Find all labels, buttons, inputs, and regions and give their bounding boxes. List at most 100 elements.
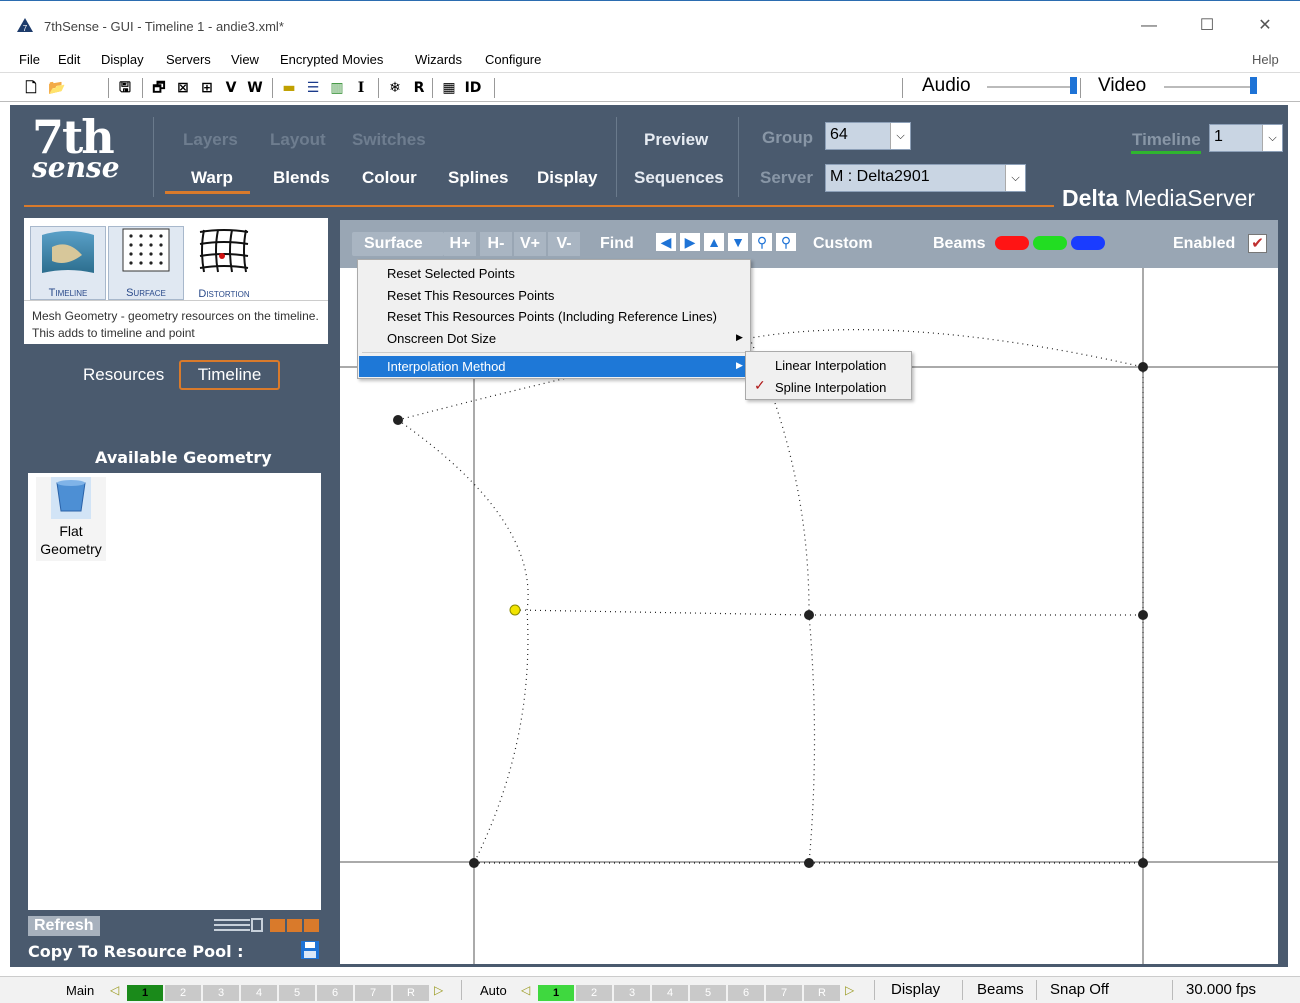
menu-encrypted-movies[interactable]: Encrypted Movies (280, 52, 383, 67)
open-folder-icon[interactable]: 📂 (48, 77, 66, 99)
i-button[interactable]: I (352, 77, 370, 99)
auto-segs-segment[interactable]: 4 (652, 985, 688, 1001)
h-minus-button[interactable]: H- (480, 232, 512, 256)
list-item[interactable]: Flat Geometry (36, 477, 106, 561)
selected-point[interactable] (509, 604, 521, 616)
surface-tab[interactable]: Surface (352, 232, 444, 256)
nav-display[interactable]: Display (537, 168, 597, 188)
tile-distortion[interactable]: Distortion (186, 226, 262, 300)
close-button[interactable]: ✕ (1242, 11, 1288, 41)
server-select[interactable]: M : Delta2901 ⌵ (825, 164, 1026, 192)
auto-segs-segment[interactable]: 5 (690, 985, 726, 1001)
prev-main-icon[interactable]: ◁ (110, 983, 119, 997)
main-segs-segment[interactable]: 2 (165, 985, 201, 1001)
main-segs-segment[interactable]: 4 (241, 985, 277, 1001)
enabled-checkbox[interactable]: ✔ (1248, 234, 1267, 253)
beam-red[interactable] (995, 236, 1029, 250)
r-button[interactable]: R (410, 77, 428, 99)
arrow-down-icon[interactable]: ▼ (728, 233, 748, 251)
id-button[interactable]: ID (464, 77, 482, 99)
audio-slider-thumb[interactable] (1070, 77, 1077, 94)
group-select[interactable]: 64 ⌵ (825, 122, 911, 150)
menu-reset-resources-points[interactable]: Reset This Resources Points (359, 285, 749, 306)
refresh-button[interactable]: Refresh (28, 916, 100, 936)
menu-reset-resources-points-incl-ref[interactable]: Reset This Resources Points (Including R… (359, 306, 749, 327)
menu-configure[interactable]: Configure (485, 52, 541, 67)
menu-spline-interpolation[interactable]: Spline Interpolation (747, 377, 910, 398)
new-file-icon[interactable]: 🗋 (22, 77, 40, 99)
status-display[interactable]: Display (891, 981, 940, 998)
maximize-button[interactable]: ☐ (1184, 11, 1230, 41)
nav-warp[interactable]: Warp (191, 168, 233, 188)
menu-file[interactable]: File (19, 52, 40, 67)
auto-segs-segment[interactable]: 2 (576, 985, 612, 1001)
snowflake-icon[interactable]: ❄ (386, 77, 404, 99)
v-plus-button[interactable]: V+ (514, 232, 546, 256)
auto-segs-segment[interactable]: 6 (728, 985, 764, 1001)
list-view-icon[interactable] (214, 917, 264, 934)
nav-sequences[interactable]: Sequences (634, 168, 724, 188)
video-slider[interactable] (1164, 86, 1257, 88)
chart-icon[interactable]: ▥ (328, 77, 346, 99)
timeline-select[interactable]: 1 ⌵ (1209, 124, 1283, 152)
nav-blends[interactable]: Blends (273, 168, 330, 188)
v-button[interactable]: V (222, 77, 240, 99)
w-button[interactable]: W (246, 77, 264, 99)
menu-reset-selected-points[interactable]: Reset Selected Points (359, 263, 749, 284)
custom-label[interactable]: Custom (813, 232, 873, 256)
tile-timeline[interactable]: Timeline (30, 226, 106, 300)
pin-icon[interactable]: ⚲ (752, 233, 772, 251)
status-snap[interactable]: Snap Off (1050, 981, 1109, 998)
auto-segs-segment[interactable]: 3 (614, 985, 650, 1001)
menu-display[interactable]: Display (101, 52, 144, 67)
main-segs-segment[interactable]: 3 (203, 985, 239, 1001)
nav-layout[interactable]: Layout (270, 130, 326, 150)
main-segs-segment[interactable]: 5 (279, 985, 315, 1001)
status-beams[interactable]: Beams (977, 981, 1024, 998)
properties-icon[interactable]: 🗗 (150, 77, 168, 99)
main-segs-segment[interactable]: 7 (355, 985, 391, 1001)
arrow-left-icon[interactable]: ◀ (656, 233, 676, 251)
next-main-icon[interactable]: ▷ (434, 983, 443, 997)
grid-fit-icon[interactable]: ⊞ (198, 77, 216, 99)
tile-view-icon[interactable] (270, 917, 320, 934)
menu-edit[interactable]: Edit (58, 52, 80, 67)
main-segs-segment[interactable]: R (393, 985, 429, 1001)
video-slider-thumb[interactable] (1250, 77, 1257, 94)
auto-segs-segment[interactable]: R (804, 985, 840, 1001)
fit-icon[interactable]: ⊠ (174, 77, 192, 99)
nav-colour[interactable]: Colour (362, 168, 417, 188)
nav-layers[interactable]: Layers (183, 130, 238, 150)
menu-onscreen-dot-size[interactable]: Onscreen Dot Size (359, 328, 749, 349)
main-segs-segment[interactable]: 1 (127, 985, 163, 1001)
pin-outline-icon[interactable]: ⚲ (776, 233, 796, 251)
menu-wizards[interactable]: Wizards (415, 52, 462, 67)
table-icon[interactable]: ▦ (440, 77, 458, 99)
menu-servers[interactable]: Servers (166, 52, 211, 67)
nav-preview[interactable]: Preview (644, 130, 708, 150)
beam-blue[interactable] (1071, 236, 1105, 250)
menu-linear-interpolation[interactable]: Linear Interpolation (747, 355, 910, 376)
menu-view[interactable]: View (231, 52, 259, 67)
next-auto-icon[interactable]: ▷ (845, 983, 854, 997)
auto-segs-segment[interactable]: 7 (766, 985, 802, 1001)
h-plus-button[interactable]: H+ (444, 232, 476, 256)
arrow-up-icon[interactable]: ▲ (704, 233, 724, 251)
minimize-button[interactable]: — (1126, 11, 1172, 41)
menu-interpolation-method[interactable]: Interpolation Method (359, 356, 749, 377)
v-minus-button[interactable]: V- (548, 232, 580, 256)
audio-slider[interactable] (987, 86, 1077, 88)
timeline-button[interactable]: Timeline (179, 360, 280, 390)
arrow-right-icon[interactable]: ▶ (680, 233, 700, 251)
menu-help[interactable]: Help (1252, 52, 1279, 67)
beam-green[interactable] (1033, 236, 1067, 250)
save-icon[interactable]: 🖫 (116, 77, 134, 99)
monitor-icon[interactable]: ▬ (280, 77, 298, 99)
nav-splines[interactable]: Splines (448, 168, 508, 188)
auto-segs-segment[interactable]: 1 (538, 985, 574, 1001)
save-disk-icon[interactable] (301, 941, 319, 959)
prev-auto-icon[interactable]: ◁ (521, 983, 530, 997)
layers-icon[interactable]: ☰ (304, 77, 322, 99)
tile-surface[interactable]: Surface (108, 226, 184, 300)
main-segs-segment[interactable]: 6 (317, 985, 353, 1001)
